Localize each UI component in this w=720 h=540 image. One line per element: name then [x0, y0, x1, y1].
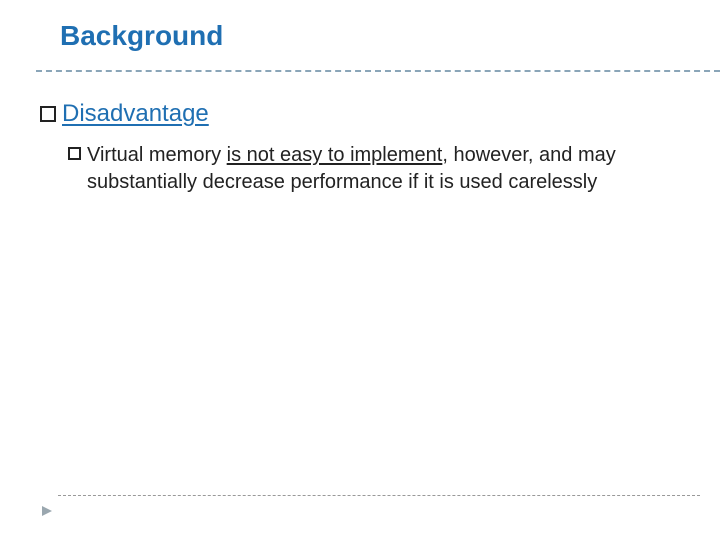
- content-body: Disadvantage Virtual memory is not easy …: [40, 100, 680, 196]
- slide: Background Disadvantage Virtual memory i…: [0, 0, 720, 540]
- level2-underlined: is not easy to implement: [227, 144, 443, 166]
- divider-bottom: [58, 495, 700, 496]
- square-bullet-icon: [40, 106, 56, 122]
- play-arrow-icon: [40, 504, 54, 518]
- divider-top: [36, 70, 720, 72]
- level2-prefix: Virtual memory: [87, 144, 227, 166]
- level1-label: Disadvantage: [62, 100, 209, 128]
- level2-text: Virtual memory is not easy to implement,…: [87, 142, 658, 196]
- square-bullet-icon: [68, 147, 81, 160]
- bullet-level2: Virtual memory is not easy to implement,…: [68, 142, 658, 196]
- bullet-level1: Disadvantage: [40, 100, 680, 128]
- page-title: Background: [60, 20, 223, 52]
